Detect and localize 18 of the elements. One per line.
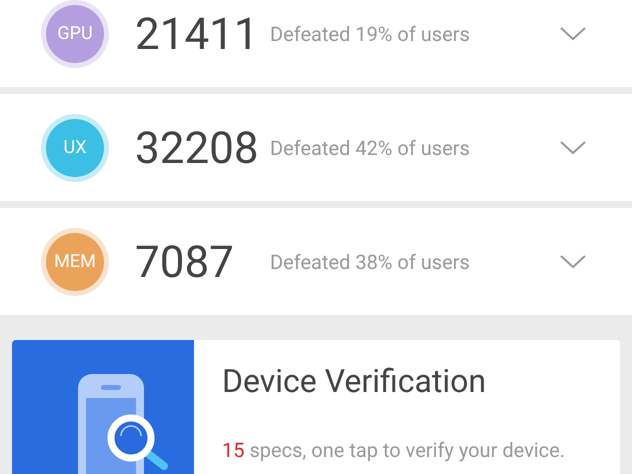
score-card[interactable]: UX 32208 Defeated 42% of users: [0, 94, 632, 201]
card-title: Device Verification: [222, 362, 488, 400]
score-value: 7087: [135, 236, 235, 288]
chevron-down-icon[interactable]: [560, 140, 586, 154]
score-value: 32208: [135, 122, 260, 174]
score-card[interactable]: GPU 21411 Defeated 19% of users: [0, 0, 632, 87]
ranking-text: Defeated 19% of users: [270, 22, 470, 46]
chevron-down-icon[interactable]: [560, 254, 586, 268]
verification-card[interactable]: Device Verification 15 specs, one tap to verify your device.: [12, 340, 620, 474]
score-value: 21411: [135, 8, 260, 60]
category-badge: MEM: [46, 232, 104, 290]
ranking-text: Defeated 42% of users: [270, 136, 470, 160]
ranking-text: Defeated 38% of users: [270, 250, 470, 274]
score-card[interactable]: MEM 7087 Defeated 38% of users: [0, 208, 632, 315]
chevron-down-icon[interactable]: [560, 26, 586, 40]
card-description: 15 specs, one tap to verify your device.: [222, 438, 565, 462]
category-badge: GPU: [46, 4, 104, 62]
category-badge: UX: [46, 118, 104, 176]
